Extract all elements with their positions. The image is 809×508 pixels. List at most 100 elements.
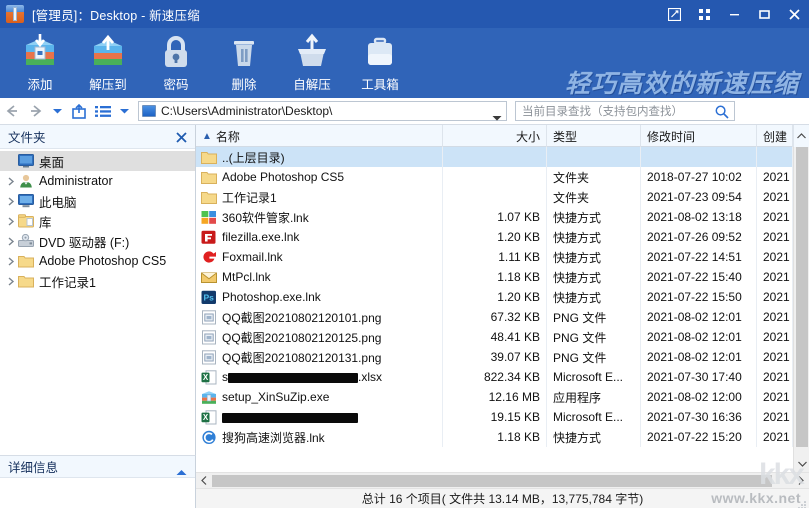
file-name: ..(上层目录) (222, 150, 285, 165)
cell-size (443, 187, 547, 207)
cell-name: Adobe Photoshop CS5 (196, 167, 443, 187)
cell-modified: 2021-08-02 13:18 (641, 207, 757, 227)
trash-icon (224, 33, 264, 71)
history-dropdown-button[interactable] (48, 99, 67, 123)
table-row[interactable]: QQ截图20210802120131.png 39.07 KB PNG 文件 2… (196, 347, 809, 367)
scrollbar-thumb[interactable] (796, 147, 808, 447)
cell-size: 48.41 KB (443, 327, 547, 347)
foxmail-icon (201, 250, 217, 265)
path-input[interactable]: C:\Users\Administrator\Desktop\ (138, 101, 507, 121)
cell-size: 67.32 KB (443, 307, 547, 327)
sidebar-item-desktop[interactable]: 桌面 (0, 151, 195, 171)
tree-toggle[interactable] (4, 236, 18, 246)
table-row[interactable]: ..(上层目录) (196, 147, 809, 167)
cell-type: 快捷方式 (547, 427, 641, 447)
cell-created: 2021 (757, 407, 793, 427)
toolbar-button-delete[interactable]: 删除 (210, 28, 278, 98)
folder-tree-title: 文件夹 (8, 131, 46, 145)
tree-toggle[interactable] (4, 256, 18, 266)
column-header-modified[interactable]: 修改时间 (641, 125, 757, 147)
cell-type: 应用程序 (547, 387, 641, 407)
back-button[interactable] (0, 99, 24, 123)
svg-text:X: X (203, 413, 209, 422)
cell-created (757, 147, 793, 167)
status-bar: 总计 16 个项目( 文件共 13.14 MB，13,775,784 字节) (196, 488, 809, 508)
sidebar-item-work-log-1[interactable]: 工作记录1 (0, 271, 195, 291)
table-row[interactable]: X 19.15 KB Microsoft E... 2021-07-30 16:… (196, 407, 809, 427)
scroll-up-button[interactable] (793, 125, 809, 147)
png-file-icon (201, 329, 217, 345)
tree-toggle[interactable] (4, 276, 18, 286)
up-directory-button[interactable] (67, 99, 91, 123)
table-row[interactable]: setup_XinSuZip.exe 12.16 MB 应用程序 2021-08… (196, 387, 809, 407)
sidebar-item-dvd-drive[interactable]: DVD 驱动器 (F:) (0, 231, 195, 251)
computer-icon (18, 194, 34, 208)
sidebar-item-libraries[interactable]: 库 (0, 211, 195, 231)
close-icon[interactable] (176, 130, 187, 148)
scroll-down-button[interactable] (794, 456, 809, 472)
table-row[interactable]: MtPcl.lnk 1.18 KB 快捷方式 2021-07-22 15:40 … (196, 267, 809, 287)
search-input[interactable]: 当前目录查找（支持包内查找） (515, 101, 735, 121)
chevron-down-icon (120, 109, 129, 114)
details-panel-header[interactable]: 详细信息 (0, 456, 195, 478)
cell-name: 360软件管家.lnk (196, 207, 443, 227)
toolbar-label: 添加 (27, 78, 53, 92)
resize-grip[interactable] (797, 497, 807, 508)
sidebar-item-this-pc[interactable]: 此电脑 (0, 191, 195, 211)
toolbar-button-password[interactable]: 密码 (142, 28, 210, 98)
tree-toggle[interactable] (4, 216, 18, 226)
scroll-right-button[interactable] (793, 473, 809, 489)
sidebar-item-label: 此电脑 (39, 195, 77, 210)
toolbar-button-sfx[interactable]: 自解压 (278, 28, 346, 98)
table-row[interactable]: 360软件管家.lnk 1.07 KB 快捷方式 2021-08-02 13:1… (196, 207, 809, 227)
tree-toggle[interactable] (4, 176, 18, 186)
table-row[interactable]: X s .xlsx 822.34 KB Microsoft E... 2021-0… (196, 367, 809, 387)
file-name (222, 410, 358, 424)
sidebar-item-label: 工作记录1 (39, 275, 96, 290)
horizontal-scrollbar[interactable] (196, 472, 809, 488)
toolbar-button-extract-to[interactable]: 解压到 (74, 28, 142, 98)
column-header-type[interactable]: 类型 (547, 125, 641, 147)
view-mode-button[interactable] (91, 99, 115, 123)
user-icon (18, 174, 34, 188)
toolbar-button-add[interactable]: 添加 (6, 28, 74, 98)
maximize-button[interactable] (749, 0, 779, 28)
cell-modified: 2021-08-02 12:01 (641, 347, 757, 367)
column-header-created[interactable]: 创建 (757, 125, 793, 147)
caret-up-icon[interactable] (176, 463, 187, 481)
table-row[interactable]: Foxmail.lnk 1.11 KB 快捷方式 2021-07-22 14:5… (196, 247, 809, 267)
minimize-button[interactable] (719, 0, 749, 28)
table-row[interactable]: QQ截图20210802120101.png 67.32 KB PNG 文件 2… (196, 307, 809, 327)
table-row[interactable]: 搜狗高速浏览器.lnk 1.18 KB 快捷方式 2021-07-22 15:2… (196, 427, 809, 447)
tree-toggle[interactable] (4, 196, 18, 206)
sidebar-item-adobe-photoshop-cs5[interactable]: Adobe Photoshop CS5 (0, 251, 195, 271)
chevron-right-icon (8, 216, 14, 226)
cell-created: 2021 (757, 227, 793, 247)
view-mode-dropdown-button[interactable] (115, 99, 134, 123)
feedback-button[interactable] (659, 0, 689, 28)
forward-button[interactable] (24, 99, 48, 123)
table-row[interactable]: filezilla.exe.lnk 1.20 KB 快捷方式 2021-07-2… (196, 227, 809, 247)
column-header-name[interactable]: ▲ 名称 (196, 125, 443, 147)
table-row[interactable]: 工作记录1 文件夹 2021-07-23 09:54 2021 (196, 187, 809, 207)
table-row[interactable]: Adobe Photoshop CS5 文件夹 2018-07-27 10:02… (196, 167, 809, 187)
scrollbar-thumb[interactable] (212, 474, 772, 487)
column-header-label: 名称 (215, 129, 240, 144)
apps-button[interactable] (689, 0, 719, 28)
close-button[interactable] (779, 0, 809, 28)
search-icon[interactable] (715, 105, 729, 124)
file-list-rows: ..(上层目录) Adobe Photoshop CS5 文件夹 2018-07… (196, 147, 809, 472)
cell-created: 2021 (757, 267, 793, 287)
toolbar-button-toolbox[interactable]: 工具箱 (346, 28, 414, 98)
scrollbar-track[interactable] (212, 473, 793, 489)
scroll-left-button[interactable] (196, 473, 212, 489)
cell-modified: 2021-08-02 12:01 (641, 307, 757, 327)
table-row[interactable]: QQ截图20210802120125.png 48.41 KB PNG 文件 2… (196, 327, 809, 347)
sidebar-item-administrator[interactable]: Administrator (0, 171, 195, 191)
caret-right-icon (798, 476, 804, 485)
column-header-size[interactable]: 大小 (443, 125, 547, 147)
png-file-icon (201, 349, 217, 365)
table-row[interactable]: Ps Photoshop.exe.lnk 1.20 KB 快捷方式 2021-0… (196, 287, 809, 307)
vertical-scrollbar[interactable] (793, 147, 809, 472)
cell-modified: 2021-07-22 15:50 (641, 287, 757, 307)
